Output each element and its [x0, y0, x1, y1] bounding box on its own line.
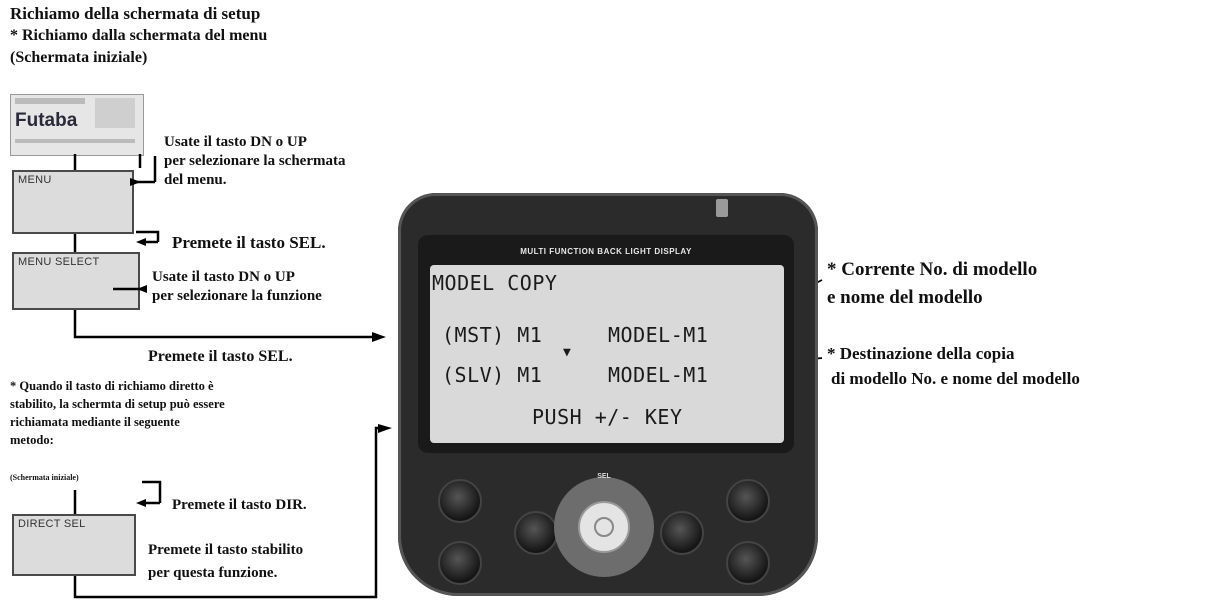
display-header: MULTI FUNCTION BACK LIGHT DISPLAY [520, 247, 692, 256]
arrow-head [378, 424, 392, 433]
sel-key-label: SEL [597, 473, 611, 480]
copy-arrow: ▼ [563, 345, 572, 360]
sel-dial-ring: SEL [554, 473, 654, 577]
button-panel: SEL [438, 471, 778, 585]
key-button[interactable] [660, 511, 704, 555]
arrow-head [137, 285, 147, 293]
callout2-line2: di modello No. e nome del modello [831, 369, 1080, 388]
key-button[interactable] [438, 541, 482, 585]
connector-line [73, 310, 372, 339]
connector-line [73, 426, 386, 599]
lcd-screen: MODEL COPY (MST) M1 MODEL-M1 ▼ (SLV) M1 … [430, 265, 784, 443]
key-button[interactable] [438, 479, 482, 523]
key-button[interactable] [514, 511, 558, 555]
transmitter-body: MULTI FUNCTION BACK LIGHT DISPLAY MODEL … [398, 193, 818, 596]
status-led [716, 199, 728, 217]
push-key-instruction: PUSH +/- KEY [532, 405, 683, 429]
arrow-head [130, 178, 141, 186]
mst-model-name: MODEL-M1 [608, 323, 709, 347]
screen-title: MODEL COPY [432, 271, 558, 295]
slv-model-name: MODEL-M1 [608, 363, 709, 387]
dial-center-icon [594, 517, 614, 537]
callout2-line1: * Destinazione della copia [827, 344, 1015, 363]
key-button[interactable] [726, 479, 770, 523]
connector-line [136, 230, 160, 242]
callout1-line2: e nome del modello [827, 287, 983, 308]
arrow-head [136, 238, 146, 246]
sel-dial-button[interactable] [578, 501, 630, 553]
mst-label: (MST) M1 [442, 323, 543, 347]
callout1-line1: * Corrente No. di modello [827, 259, 1038, 280]
arrow-head [136, 499, 146, 507]
slv-label: (SLV) M1 [442, 363, 543, 387]
arrow-head [372, 332, 386, 342]
screen-bezel: MULTI FUNCTION BACK LIGHT DISPLAY MODEL … [418, 235, 794, 453]
key-button[interactable] [726, 541, 770, 585]
